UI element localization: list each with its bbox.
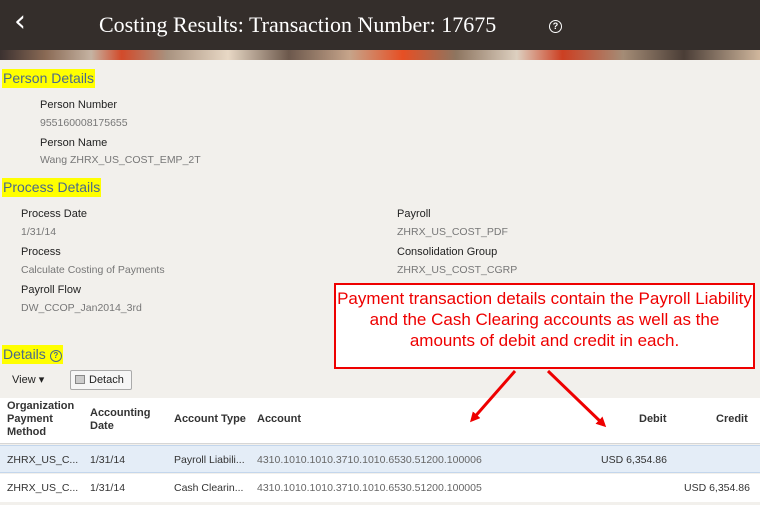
chevron-left-icon: ‹ (14, 4, 26, 39)
consolidation-group-label: Consolidation Group (397, 246, 498, 258)
help-icon[interactable]: ? (549, 20, 562, 33)
cell-org-payment-method: ZHRX_US_C... (7, 482, 79, 494)
cell-account: 4310.1010.1010.3710.1010.6530.51200.1000… (257, 454, 482, 466)
back-button[interactable]: ‹ (6, 4, 34, 42)
detach-icon (75, 375, 85, 384)
column-header-account[interactable]: Account (257, 413, 301, 426)
annotation-callout: Payment transaction details contain the … (334, 283, 755, 369)
page-header: ‹ Costing Results: Transaction Number: 1… (0, 0, 760, 50)
process-details-heading: Process Details (2, 178, 102, 197)
column-header-accounting-date[interactable]: Accounting Date (90, 407, 160, 433)
cell-accounting-date: 1/31/14 (90, 482, 126, 494)
cell-account: 4310.1010.1010.3710.1010.6530.51200.1000… (257, 482, 482, 494)
payroll-label: Payroll (397, 208, 431, 220)
details-heading: Details? (2, 345, 63, 364)
help-icon[interactable]: ? (49, 350, 62, 362)
column-header-debit[interactable]: Debit (639, 413, 667, 426)
cell-credit: USD 6,354.86 (684, 482, 750, 494)
detach-button[interactable]: Detach (70, 370, 132, 390)
person-details-heading: Person Details (2, 69, 96, 88)
person-name-label: Person Name (40, 137, 108, 149)
column-header-org-payment-method[interactable]: Organization Payment Method (7, 400, 82, 439)
column-header-credit[interactable]: Credit (716, 413, 748, 426)
person-number-value: 955160008175655 (40, 117, 128, 129)
column-header-account-type[interactable]: Account Type (174, 413, 246, 426)
cell-account-type: Cash Clearin... (174, 482, 244, 494)
view-menu[interactable]: View ▾ (12, 373, 44, 386)
process-value: Calculate Costing of Payments (21, 264, 165, 276)
table-row[interactable]: ZHRX_US_C... 1/31/14 Cash Clearin... 431… (0, 474, 760, 502)
payroll-flow-label: Payroll Flow (21, 284, 81, 296)
consolidation-group-value: ZHRX_US_COST_CGRP (397, 264, 518, 276)
cell-account-type: Payroll Liabili... (174, 454, 245, 466)
process-date-label: Process Date (21, 208, 88, 220)
payroll-value: ZHRX_US_COST_PDF (397, 226, 508, 238)
cell-accounting-date: 1/31/14 (90, 454, 126, 466)
detach-label: Detach (89, 374, 124, 386)
person-name-value: Wang ZHRX_US_COST_EMP_2T (40, 154, 201, 166)
cell-debit: USD 6,354.86 (601, 454, 667, 466)
table-row[interactable]: ZHRX_US_C... 1/31/14 Payroll Liabili... … (0, 445, 760, 473)
cell-org-payment-method: ZHRX_US_C... (7, 454, 79, 466)
page-title: Costing Results: Transaction Number: 176… (99, 12, 497, 37)
decorative-banner (0, 50, 760, 60)
details-heading-text: Details (3, 346, 46, 362)
person-number-label: Person Number (40, 99, 118, 111)
process-label: Process (21, 246, 61, 258)
table-header: Organization Payment Method Accounting D… (0, 398, 760, 444)
payroll-flow-value: DW_CCOP_Jan2014_3rd (21, 302, 142, 314)
process-date-value: 1/31/14 (21, 226, 57, 238)
